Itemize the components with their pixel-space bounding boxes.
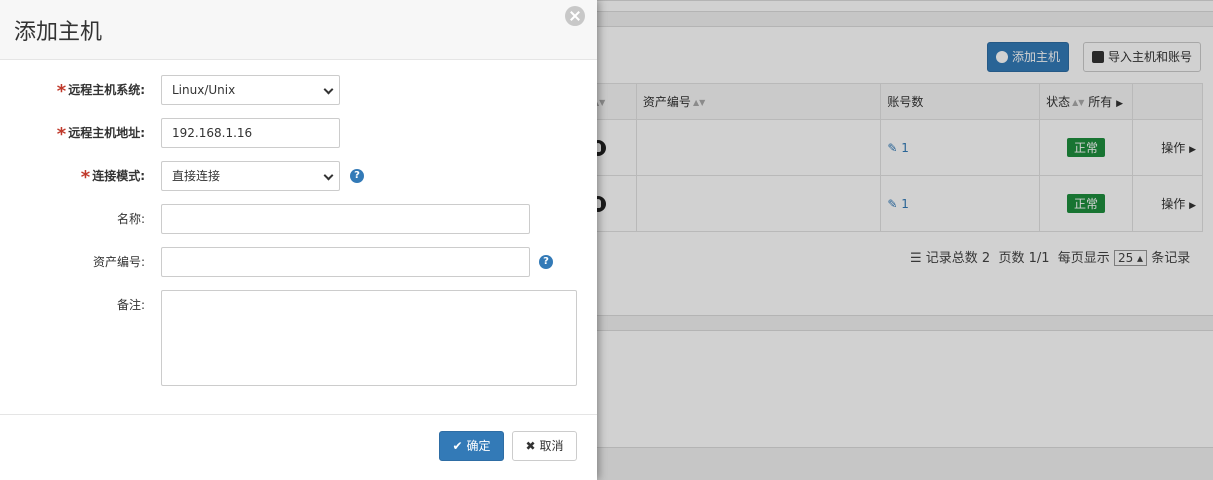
row-os: * 远程主机系统: Linux/Unix: [0, 75, 597, 105]
help-icon[interactable]: ?: [539, 255, 553, 269]
close-icon[interactable]: [565, 6, 585, 26]
asset-no-input[interactable]: [161, 247, 530, 277]
help-icon[interactable]: ?: [350, 169, 364, 183]
remark-label: 备注:: [116, 298, 145, 312]
name-input[interactable]: [161, 204, 530, 234]
close-icon: ✖: [525, 439, 536, 453]
dialog-footer: ✔ 确定 ✖ 取消: [0, 414, 597, 480]
row-remark: 备注:: [0, 290, 597, 386]
dialog-header: 添加主机: [0, 0, 597, 60]
mode-label: * 连接模式:: [80, 167, 145, 188]
required-star-icon: *: [80, 167, 91, 188]
dialog-title: 添加主机: [14, 20, 103, 45]
row-mode: * 连接模式: 直接连接 ?: [0, 161, 597, 191]
required-star-icon: *: [56, 81, 67, 102]
check-icon: ✔: [452, 439, 463, 453]
mode-select[interactable]: 直接连接: [161, 161, 340, 191]
row-asset-no: 资产编号: ?: [0, 247, 597, 277]
os-label: * 远程主机系统:: [56, 81, 145, 102]
address-input[interactable]: 192.168.1.16: [161, 118, 340, 148]
remark-textarea[interactable]: [161, 290, 577, 386]
required-star-icon: *: [56, 124, 67, 145]
add-host-dialog: 添加主机 * 远程主机系统: Linux/Unix * 远程主机地址: 192.16…: [0, 0, 597, 480]
address-label: * 远程主机地址:: [56, 124, 145, 145]
chevron-down-icon: [323, 170, 334, 181]
confirm-button[interactable]: ✔ 确定: [439, 431, 504, 461]
row-address: * 远程主机地址: 192.168.1.16: [0, 118, 597, 148]
cancel-button[interactable]: ✖ 取消: [512, 431, 577, 461]
os-select[interactable]: Linux/Unix: [161, 75, 340, 105]
chevron-down-icon: [323, 84, 334, 95]
asset-no-label: 资产编号:: [92, 255, 145, 269]
name-label: 名称:: [116, 212, 145, 226]
row-name: 名称:: [0, 204, 597, 234]
